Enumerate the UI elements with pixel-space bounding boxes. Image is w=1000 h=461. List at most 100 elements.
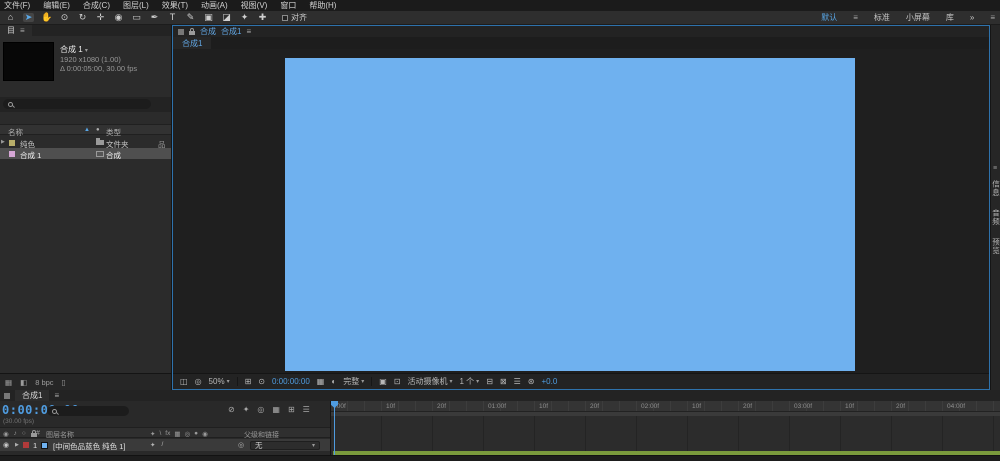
- workspace-menu-icon[interactable]: ≡: [853, 13, 858, 22]
- project-row-comp1[interactable]: 合成 1 合成: [0, 148, 171, 160]
- time-ruler[interactable]: :00f 10f 20f 01:00f 10f 20f 02:00f 10f 20f 03:00f…: [331, 401, 1000, 412]
- menu-item[interactable]: 图层(L): [123, 0, 149, 11]
- project-search-input[interactable]: [3, 99, 151, 109]
- pen-tool-icon[interactable]: ✒: [149, 13, 160, 22]
- workspace-default[interactable]: 默认: [821, 12, 837, 23]
- label-column-icon[interactable]: ●: [96, 127, 100, 133]
- view-layout-select[interactable]: 1 个 ▾: [460, 376, 480, 387]
- zoom-tool-icon[interactable]: ⊙: [59, 13, 70, 22]
- graph-editor-icon[interactable]: ☰: [303, 405, 310, 414]
- rotate-tool-icon[interactable]: ◉: [113, 13, 124, 22]
- snap-checkbox[interactable]: [282, 14, 288, 21]
- pixel-aspect-icon[interactable]: ⊟: [486, 377, 493, 386]
- show-snapshot-icon[interactable]: ◎: [195, 377, 202, 386]
- eye-icon[interactable]: ◉: [3, 441, 9, 449]
- dock-panel-tab[interactable]: 预览: [991, 238, 1000, 255]
- collapse-switch-icon[interactable]: /: [161, 441, 163, 449]
- hide-shy-icon[interactable]: ◎: [257, 405, 264, 414]
- dock-menu-icon[interactable]: ≡: [993, 165, 997, 172]
- delete-icon[interactable]: ▯: [62, 378, 66, 387]
- label-color-chip[interactable]: [9, 140, 15, 146]
- workspace-libraries[interactable]: 库: [946, 12, 954, 23]
- timeline-search-input[interactable]: [47, 406, 129, 416]
- menu-item[interactable]: 效果(T): [162, 0, 188, 11]
- lock-icon[interactable]: [189, 28, 195, 35]
- snap-toggle[interactable]: 对齐: [282, 12, 307, 23]
- tab-project[interactable]: 目 ≡: [0, 25, 32, 36]
- snapshot-icon[interactable]: ◫: [180, 377, 188, 386]
- comp-panel-comp-name[interactable]: 合成1: [221, 26, 241, 37]
- menu-item[interactable]: 帮助(H): [309, 0, 336, 11]
- shy-header-icon[interactable]: ✦: [150, 430, 155, 438]
- project-row-solids-folder[interactable]: ▶ 纯色 文件夹 品: [0, 137, 171, 149]
- timeline-track-area[interactable]: :00f 10f 20f 01:00f 10f 20f 02:00f 10f 20f 03:00f…: [331, 401, 1000, 455]
- channels-icon[interactable]: ◐: [331, 377, 336, 386]
- comp-panel-menu-icon[interactable]: ≡: [246, 27, 251, 36]
- motion-blur-icon[interactable]: ⊞: [288, 405, 295, 414]
- pickwhip-icon[interactable]: ◎: [238, 441, 244, 449]
- solid-layer-canvas[interactable]: [285, 58, 855, 371]
- mini-flowchart-icon[interactable]: ⊘: [228, 405, 235, 414]
- motion-blur-header-icon[interactable]: ●: [194, 430, 198, 438]
- workspace-small-screen[interactable]: 小屏幕: [906, 12, 930, 23]
- workspace-standard[interactable]: 标准: [874, 12, 890, 23]
- viewer-tab-comp1[interactable]: 合成1: [173, 37, 212, 49]
- roto-brush-tool-icon[interactable]: ✦: [239, 13, 250, 22]
- menu-item[interactable]: 视图(V): [241, 0, 268, 11]
- layer-row-solid1[interactable]: ◉ ▶ 1 [中间色品蓝色 纯色 1] ✦ / ◎ 无 ▾: [0, 439, 330, 451]
- interpret-footage-icon[interactable]: ▦: [5, 378, 12, 387]
- dock-panel-tab[interactable]: 音频: [991, 209, 1000, 226]
- exposure-value[interactable]: +0.0: [541, 377, 557, 386]
- comp-timecode[interactable]: 0:00:00:00: [272, 377, 310, 386]
- grid-guides-icon[interactable]: ⊞: [245, 377, 252, 386]
- draft-3d-icon[interactable]: ✦: [243, 405, 250, 414]
- label-color-chip[interactable]: [9, 151, 15, 157]
- transparency-grid-icon[interactable]: ⊡: [394, 377, 401, 386]
- parent-link-dropdown[interactable]: 无 ▾: [250, 440, 320, 450]
- playhead[interactable]: [331, 401, 338, 455]
- project-list-header[interactable]: 名称 ▲ ● 类型: [0, 124, 171, 137]
- puppet-pin-tool-icon[interactable]: ✚: [257, 13, 268, 22]
- effects-header-icon[interactable]: ◎: [184, 430, 190, 438]
- toolbar-panel-menu-icon[interactable]: ≡: [990, 13, 995, 22]
- composition-viewer[interactable]: [173, 49, 989, 373]
- home-icon[interactable]: ⌂: [5, 13, 16, 22]
- mini-timeline-icon[interactable]: ☰: [514, 377, 521, 386]
- text-tool-icon[interactable]: T: [167, 13, 178, 22]
- layer-name[interactable]: [中间色品蓝色 纯色 1]: [53, 441, 126, 452]
- menu-item[interactable]: 合成(C): [83, 0, 110, 11]
- quality-switch-icon[interactable]: ✦: [150, 441, 155, 449]
- chevron-down-icon[interactable]: ▾: [85, 48, 88, 54]
- solid-color-swatch[interactable]: [41, 441, 48, 449]
- clone-stamp-tool-icon[interactable]: ▣: [203, 13, 214, 22]
- exposure-gear-icon[interactable]: ⊛: [528, 377, 535, 386]
- active-camera-select[interactable]: 活动摄像机 ▾: [407, 376, 452, 387]
- twirl-icon[interactable]: ▶: [1, 139, 5, 145]
- threed-header-icon[interactable]: ◉: [202, 430, 208, 438]
- camera-snapshot-icon[interactable]: ▦: [317, 377, 325, 386]
- fast-previews-icon[interactable]: ⊠: [500, 377, 507, 386]
- zoom-select[interactable]: 50% ▾: [209, 377, 230, 386]
- hand-tool-icon[interactable]: ✋: [41, 13, 52, 22]
- menu-item[interactable]: 窗口: [280, 0, 296, 11]
- resolution-select[interactable]: 完整 ▾: [343, 376, 364, 387]
- bit-depth-toggle[interactable]: 8 bpc: [35, 378, 53, 387]
- orbit-camera-tool-icon[interactable]: ↻: [77, 13, 88, 22]
- menu-item[interactable]: 文件(F): [4, 0, 30, 11]
- pan-camera-tool-icon[interactable]: ✛: [95, 13, 106, 22]
- frame-blend-icon[interactable]: ▦: [272, 405, 280, 414]
- audio-icon[interactable]: ♪: [14, 430, 17, 438]
- mask-visibility-icon[interactable]: ⊙: [258, 377, 265, 386]
- eye-icon[interactable]: ◉: [3, 430, 9, 438]
- quality-header-icon[interactable]: ▦: [174, 430, 180, 438]
- mask-shape-tool-icon[interactable]: ▭: [131, 13, 142, 22]
- selection-tool-icon[interactable]: ➤: [23, 13, 34, 22]
- menu-item[interactable]: 编辑(E): [43, 0, 70, 11]
- project-panel-menu-icon[interactable]: ≡: [20, 26, 25, 35]
- region-of-interest-icon[interactable]: ▣: [379, 377, 387, 386]
- create-folder-icon[interactable]: ◧: [20, 378, 27, 387]
- dock-panel-tab[interactable]: 信息: [991, 180, 1000, 197]
- timeline-panel-menu-icon[interactable]: ≡: [54, 391, 59, 400]
- comp-panel-title[interactable]: 合成: [200, 26, 216, 37]
- collapse-header-icon[interactable]: \: [159, 430, 161, 438]
